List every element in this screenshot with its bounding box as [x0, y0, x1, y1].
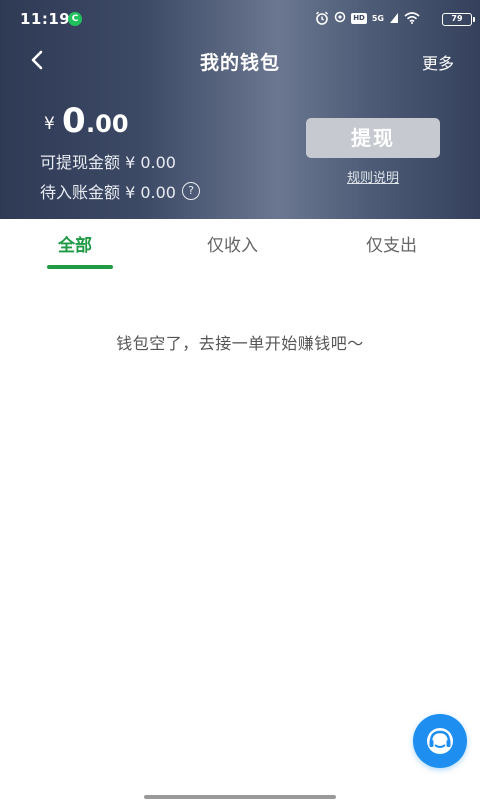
- hd-badge: HD: [351, 12, 367, 24]
- balance-decimal: .00: [86, 110, 129, 138]
- wifi-icon: [404, 12, 420, 24]
- active-tab-indicator: [47, 265, 113, 269]
- withdraw-button[interactable]: 提现: [306, 118, 440, 158]
- rules-link[interactable]: 规则说明: [306, 167, 440, 186]
- withdrawable-amount: 可提现金额 ¥ 0.00: [40, 153, 176, 172]
- status-bar: 11:19 C HD 5G 79: [0, 0, 480, 38]
- more-button[interactable]: 更多: [422, 50, 454, 74]
- tab-all[interactable]: 全部: [58, 231, 92, 256]
- status-icons: HD 5G: [315, 11, 420, 25]
- customer-support-button[interactable]: [413, 714, 467, 768]
- home-indicator[interactable]: [144, 795, 336, 799]
- tab-expense-only[interactable]: 仅支出: [366, 231, 417, 256]
- empty-state-message: 钱包空了，去接一单开始赚钱吧～: [116, 334, 364, 353]
- question-circle-icon[interactable]: ?: [181, 182, 200, 200]
- alarm-icon: [316, 11, 329, 25]
- wallet-header: 11:19 C HD 5G 79 我的钱包 更多 ¥ 0 .00 可提现金额 ¥…: [0, 0, 480, 219]
- pending-amount-row: 待入账金额 ¥ 0.00 ?: [40, 179, 200, 203]
- cell-signal-icon: [390, 13, 398, 23]
- balance-integer: 0: [62, 101, 86, 141]
- green-notification-icon: C: [68, 12, 82, 26]
- balance-currency: ¥: [44, 114, 55, 134]
- tab-income-only[interactable]: 仅收入: [207, 231, 258, 256]
- battery-tip: [473, 17, 475, 22]
- status-time: 11:19: [20, 10, 71, 28]
- page-title: 我的钱包: [199, 52, 280, 74]
- transaction-tabs: 全部 仅收入 仅支出: [0, 219, 480, 271]
- location-icon: [334, 11, 346, 23]
- 5g-signal-icon: 5G: [371, 13, 384, 23]
- battery-level: 79: [442, 13, 472, 26]
- pending-amount: 待入账金额 ¥ 0.00: [40, 183, 176, 202]
- headset-icon: [427, 728, 453, 754]
